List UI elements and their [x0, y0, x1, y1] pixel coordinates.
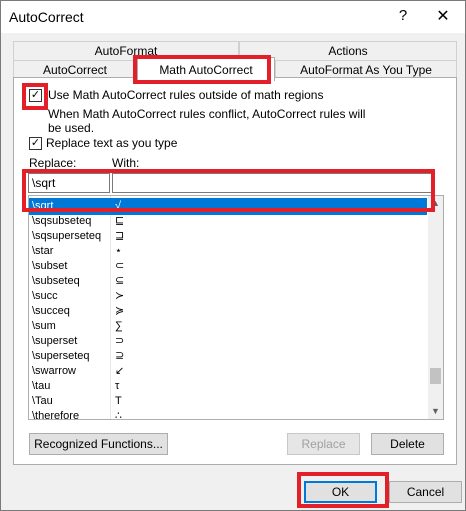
- autocorrect-dialog: AutoCorrect ? ✕ AutoFormat Actions AutoC…: [0, 0, 466, 511]
- use-outside-math-label: Use Math AutoCorrect rules outside of ma…: [48, 88, 324, 102]
- list-item[interactable]: \therefore ∴: [29, 408, 427, 420]
- check-icon: ✓: [30, 137, 41, 149]
- scroll-up-icon[interactable]: ▲: [428, 196, 443, 211]
- delete-button[interactable]: Delete: [371, 433, 444, 455]
- replacement-list[interactable]: \sqrt √ \sqsubseteq ⊑ \sqsuperseteq ⊒ \star ⋆ \s…: [28, 195, 444, 420]
- ok-button[interactable]: OK: [304, 481, 377, 503]
- list-item-replace: \therefore: [32, 410, 80, 420]
- list-item-with: ∴: [115, 410, 122, 420]
- replace-as-you-type-label: Replace text as you type: [46, 136, 178, 150]
- use-outside-math-checkbox[interactable]: ✓: [29, 89, 42, 102]
- close-button[interactable]: ✕: [431, 5, 455, 29]
- list-scrollbar[interactable]: ▲ ▼: [428, 196, 443, 419]
- replace-button[interactable]: Replace: [287, 433, 360, 455]
- check-icon: ✓: [30, 89, 41, 101]
- replace-label: Replace:: [29, 156, 77, 170]
- replace-as-you-type-checkbox[interactable]: ✓: [29, 137, 42, 150]
- with-input[interactable]: [112, 173, 432, 193]
- scroll-thumb[interactable]: [430, 368, 441, 384]
- conflict-note-line1: When Math AutoCorrect rules conflict, Au…: [48, 107, 366, 121]
- scroll-down-icon[interactable]: ▼: [428, 404, 443, 419]
- title-bar: AutoCorrect ? ✕: [1, 1, 465, 33]
- conflict-note-line2: be used.: [48, 121, 95, 135]
- cancel-button[interactable]: Cancel: [389, 481, 462, 503]
- recognized-functions-button[interactable]: Recognized Functions...: [29, 433, 168, 455]
- with-label: With:: [112, 156, 140, 170]
- replace-input[interactable]: \sqrt: [28, 173, 110, 193]
- tab-math-autocorrect[interactable]: Math AutoCorrect: [137, 57, 275, 81]
- help-button[interactable]: ?: [393, 7, 413, 27]
- window-title: AutoCorrect: [9, 9, 84, 25]
